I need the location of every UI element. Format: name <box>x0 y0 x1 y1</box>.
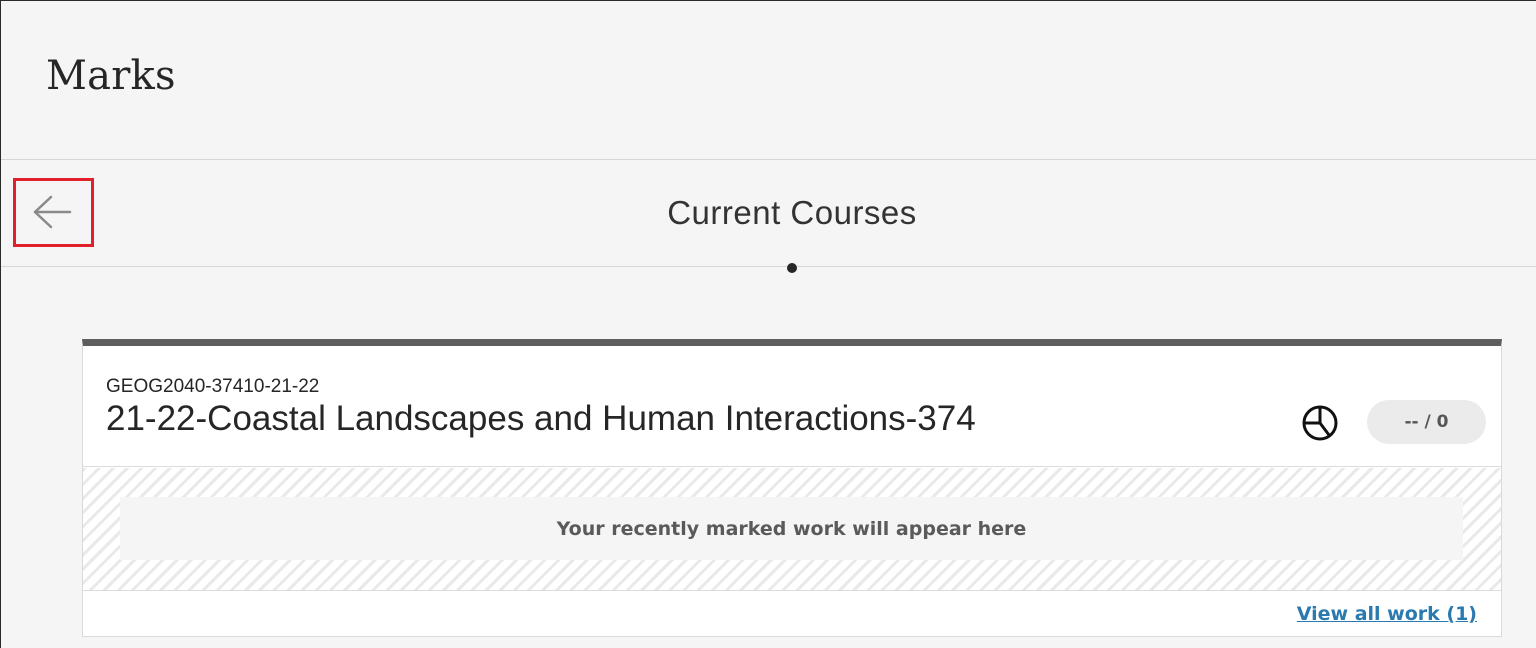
course-nav-bar: Current Courses <box>1 161 1536 267</box>
view-all-work-link[interactable]: View all work (1) <box>1297 603 1477 625</box>
course-card: GEOG2040-37410-21-22 21-22-Coastal Lands… <box>82 339 1502 637</box>
recent-work-area: Your recently marked work will appear he… <box>83 468 1501 591</box>
marks-page: Marks Current Courses GEOG2040-37410-21-… <box>0 0 1536 648</box>
page-header: Marks <box>1 1 1536 160</box>
nav-title: Current Courses <box>667 194 917 231</box>
page-title: Marks <box>46 53 176 99</box>
course-card-header: GEOG2040-37410-21-22 21-22-Coastal Lands… <box>83 346 1501 467</box>
course-code: GEOG2040-37410-21-22 <box>106 376 320 397</box>
recent-work-placeholder: Your recently marked work will appear he… <box>120 497 1463 560</box>
grade-badge: -- / 0 <box>1367 400 1486 444</box>
pie-progress-icon <box>1302 405 1338 441</box>
pagination-dot[interactable] <box>787 263 797 273</box>
course-name[interactable]: 21-22-Coastal Landscapes and Human Inter… <box>106 399 1006 439</box>
